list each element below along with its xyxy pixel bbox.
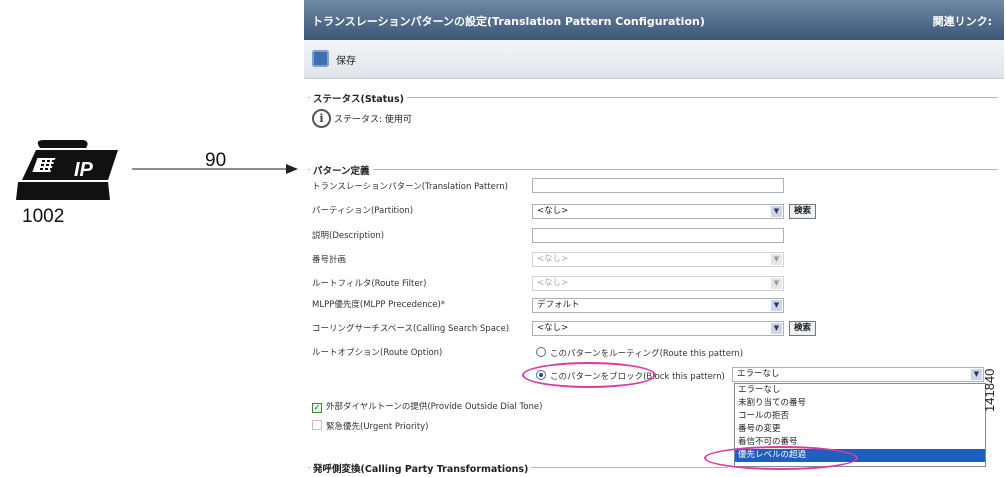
call-arrow	[132, 164, 298, 174]
partition-label: パーティション(Partition)	[312, 206, 414, 216]
block-reason-select[interactable]: エラーなし ▼	[732, 367, 984, 382]
numbering-plan-value: <なし>	[537, 254, 569, 264]
status-text: ステータス: 使用可	[334, 115, 412, 125]
pattern-divider	[308, 169, 998, 170]
window-title: トランスレーションパターンの設定(Translation Pattern Con…	[312, 15, 705, 28]
chevron-down-icon: ▼	[771, 300, 782, 311]
chevron-down-icon: ▼	[771, 206, 782, 217]
translation-pattern-window: トランスレーションパターンの設定(Translation Pattern Con…	[304, 0, 1004, 477]
urgent-priority-checkbox[interactable]: 緊急優先(Urgent Priority)	[312, 420, 429, 432]
route-filter-select: <なし> ▼	[532, 276, 784, 291]
translation-pattern-input[interactable]	[532, 178, 784, 193]
outside-dial-tone-checkbox[interactable]: ✓ 外部ダイヤルトーンの提供(Provide Outside Dial Tone)	[312, 400, 542, 413]
info-icon: i	[312, 109, 331, 128]
mlpp-label: MLPP優先度(MLPP Precedence)*	[312, 300, 446, 310]
window-title-bar: トランスレーションパターンの設定(Translation Pattern Con…	[304, 0, 1004, 40]
description-label: 説明(Description)	[312, 231, 385, 241]
phone-extension: 1002	[22, 206, 65, 227]
route-filter-value: <なし>	[537, 278, 569, 288]
related-links[interactable]: 関連リンク:	[933, 13, 992, 29]
radio-icon	[536, 347, 546, 357]
block-reason-value: エラーなし	[737, 369, 780, 379]
chevron-down-icon: ▼	[771, 323, 782, 334]
numbering-plan-select: <なし> ▼	[532, 252, 784, 267]
pattern-legend: パターン定義	[310, 163, 373, 177]
block-highlight-ring	[522, 362, 656, 388]
css-search-button[interactable]: 検索	[789, 321, 817, 336]
css-label: コーリングサーチスペース(Calling Search Space)	[312, 324, 510, 334]
calling-party-legend: 発呼側変換(Calling Party Transformations)	[310, 461, 532, 475]
figure-id: 141840	[982, 368, 997, 412]
outside-dial-tone-label: 外部ダイヤルトーンの提供(Provide Outside Dial Tone)	[326, 402, 543, 412]
dropdown-option[interactable]: コールの拒否	[735, 410, 985, 423]
ip-phone-icon: IP	[16, 140, 118, 200]
checkbox-icon	[312, 420, 322, 430]
translation-pattern-label: トランスレーションパターン(Translation Pattern)	[312, 182, 508, 192]
partition-select[interactable]: <なし> ▼	[532, 204, 784, 219]
toolbar: 保存	[304, 40, 1004, 79]
route-pattern-label: このパターンをルーティング(Route this pattern)	[550, 349, 744, 359]
dropdown-option[interactable]: 未割り当ての番号	[735, 397, 985, 410]
dropdown-option[interactable]: エラーなし	[735, 384, 985, 397]
route-pattern-radio[interactable]: このパターンをルーティング(Route this pattern)	[536, 347, 743, 359]
css-select[interactable]: <なし> ▼	[532, 321, 784, 336]
status-divider	[308, 97, 998, 98]
mlpp-select[interactable]: デフォルト ▼	[532, 298, 784, 313]
partition-value: <なし>	[537, 206, 569, 216]
chevron-down-icon: ▼	[971, 369, 982, 380]
checkbox-checked-icon: ✓	[312, 403, 322, 413]
chevron-down-icon: ▼	[771, 278, 782, 289]
phone-ip-label: IP	[74, 159, 94, 181]
mlpp-value: デフォルト	[537, 300, 580, 310]
status-legend: ステータス(Status)	[310, 91, 407, 105]
route-filter-label: ルートフィルタ(Route Filter)	[312, 279, 427, 289]
chevron-down-icon: ▼	[771, 254, 782, 265]
save-button[interactable]: 保存	[336, 52, 356, 67]
dropdown-option[interactable]: 番号の変更	[735, 423, 985, 436]
route-option-label: ルートオプション(Route Option)	[312, 348, 443, 358]
partition-search-button[interactable]: 検索	[789, 204, 817, 219]
description-input[interactable]	[532, 228, 784, 243]
save-icon[interactable]	[312, 50, 329, 67]
urgent-priority-label: 緊急優先(Urgent Priority)	[326, 422, 429, 432]
numbering-plan-label: 番号計画	[312, 255, 347, 265]
css-value: <なし>	[537, 323, 569, 333]
